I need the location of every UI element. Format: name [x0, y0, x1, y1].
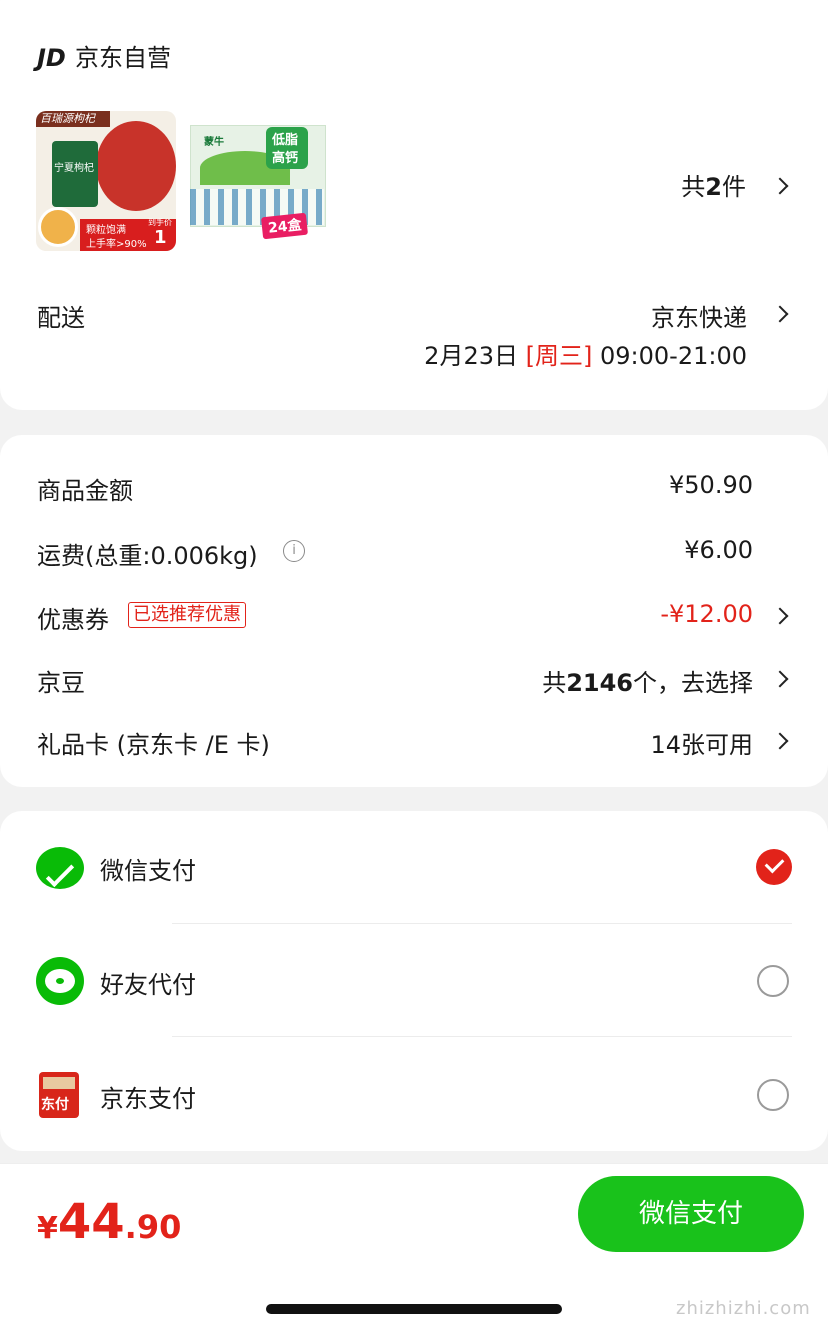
jd-beans-chevron-icon[interactable] — [771, 670, 789, 688]
jd-pay-icon: 东付 — [39, 1072, 79, 1118]
watermark: zhizhizhi.com — [676, 1298, 811, 1319]
milk-count-badge: 24盒 — [260, 212, 309, 240]
promo-tag-2: 上手率>90% — [86, 239, 147, 250]
coupon-badge: 已选推荐优惠 — [128, 602, 246, 628]
package-label: 宁夏枸杞 — [54, 163, 94, 174]
gift-card-value[interactable]: 14张可用 — [650, 725, 753, 760]
radio-unselected-icon[interactable] — [757, 1079, 789, 1111]
delivery-date: 2月23日 — [424, 342, 518, 370]
jd-beans-count: 2146 — [566, 669, 633, 697]
jd-logo: JD — [37, 44, 66, 72]
coupon-label: 优惠券 — [37, 606, 109, 634]
total-currency: ¥ — [37, 1211, 58, 1246]
milk-badge-text-2: 高钙 — [272, 151, 299, 166]
goods-amount-label: 商品金额 — [37, 477, 133, 505]
payment-methods-card: 微信支付 好友代付 东付 京东支付 — [0, 811, 828, 1151]
delivery-label: 配送 — [37, 304, 85, 332]
jd-pay-icon-text: 东付 — [41, 1097, 69, 1113]
coupon-value[interactable]: -¥12.00 — [660, 600, 753, 628]
item-count-chevron-icon[interactable] — [771, 177, 789, 195]
radio-unselected-icon[interactable] — [757, 965, 789, 997]
home-indicator[interactable] — [266, 1304, 562, 1314]
delivery-chevron-icon[interactable] — [771, 305, 789, 323]
product-thumbnail-goji[interactable]: 百瑞源枸杞 宁夏枸杞 颗粒饱满 上手率>90% 到手价 1 — [36, 111, 176, 251]
goji-soup — [38, 207, 78, 247]
payment-label-friend: 好友代付 — [100, 971, 196, 999]
shop-header: JD 京东自营 — [37, 38, 171, 73]
total-integer: 44 — [57, 1194, 125, 1250]
promo-tag-1: 颗粒饱满 — [86, 225, 126, 236]
goods-amount-value: ¥50.90 — [669, 471, 753, 499]
shipping-label: 运费(总重:0.006kg) — [37, 542, 258, 570]
order-card: JD 京东自营 百瑞源枸杞 宁夏枸杞 颗粒饱满 上手率>90% 到手价 1 蒙牛… — [0, 0, 828, 410]
milk-badge-text-1: 低脂 — [272, 133, 299, 148]
wechat-pay-button[interactable]: 微信支付 — [578, 1176, 804, 1252]
delivery-time[interactable]: 2月23日 [周三] 09:00-21:00 — [424, 336, 747, 371]
coupon-chevron-icon[interactable] — [771, 607, 789, 625]
price-tag-value: 1 — [154, 227, 167, 248]
delivery-carrier[interactable]: 京东快递 — [651, 298, 747, 333]
goji-package — [52, 141, 98, 207]
goji-bowl — [96, 121, 176, 211]
product-banner: 百瑞源枸杞 — [36, 111, 110, 127]
jd-beans-prefix: 共 — [542, 669, 567, 697]
jd-beans-suffix: 个，去选择 — [633, 669, 753, 697]
item-count-suffix: 件 — [722, 173, 746, 201]
jd-beans-value[interactable]: 共2146个，去选择 — [542, 663, 753, 698]
total-decimal: .90 — [124, 1208, 182, 1246]
jd-beans-label: 京豆 — [37, 669, 85, 697]
gift-card-chevron-icon[interactable] — [771, 732, 789, 750]
total-price: ¥44.90 — [37, 1194, 181, 1250]
wechat-icon — [36, 847, 84, 889]
product-thumbnail-milk[interactable]: 蒙牛 低脂 高钙 24盒 — [190, 111, 330, 251]
item-count[interactable]: 共2件 — [681, 167, 746, 202]
delivery-window: 09:00-21:00 — [600, 342, 747, 370]
milk-brand: 蒙牛 — [204, 137, 224, 148]
item-count-value: 2 — [705, 173, 722, 201]
delivery-weekday: [周三] — [525, 342, 593, 370]
item-count-prefix: 共 — [681, 173, 706, 201]
payment-label-jdpay: 京东支付 — [100, 1085, 196, 1113]
selected-check-icon[interactable] — [756, 849, 792, 885]
shipping-value: ¥6.00 — [684, 536, 753, 564]
gift-card-label: 礼品卡 (京东卡 /E 卡) — [37, 731, 270, 759]
checkout-bar: ¥44.90 微信支付 — [0, 1163, 828, 1264]
friend-pay-icon — [36, 957, 84, 1005]
payment-label-wechat: 微信支付 — [100, 857, 196, 885]
info-icon[interactable]: i — [283, 540, 305, 562]
shop-name: 京东自营 — [74, 44, 171, 72]
price-summary-card: 商品金额 ¥50.90 运费(总重:0.006kg) i ¥6.00 优惠券 已… — [0, 435, 828, 787]
